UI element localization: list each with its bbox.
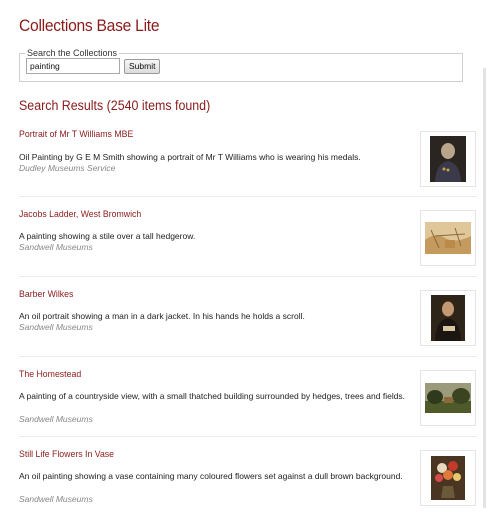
result-item: Still Life Flowers In Vase An oil painti… bbox=[19, 437, 477, 517]
portrait-painting-icon bbox=[431, 295, 465, 341]
result-title-link[interactable]: The Homestead bbox=[19, 369, 81, 380]
result-source: Sandwell Museums bbox=[19, 322, 93, 332]
result-item: The Homestead A painting of a countrysid… bbox=[19, 357, 477, 437]
landscape-painting-icon bbox=[425, 383, 471, 413]
result-title-link[interactable]: Barber Wilkes bbox=[19, 289, 73, 300]
result-item: Barber Wilkes An oil portrait showing a … bbox=[19, 277, 477, 357]
result-thumbnail[interactable] bbox=[420, 210, 476, 266]
result-source: Sandwell Museums bbox=[19, 242, 93, 252]
result-item: Portrait of Mr T Williams MBE Oil Painti… bbox=[19, 122, 477, 197]
search-fieldset: Search the Collections Submit bbox=[19, 48, 463, 82]
result-thumbnail[interactable] bbox=[420, 290, 476, 346]
result-description: A painting showing a stile over a tall h… bbox=[19, 231, 196, 241]
result-thumbnail[interactable] bbox=[420, 131, 476, 187]
result-title-link[interactable]: Still Life Flowers In Vase bbox=[19, 449, 114, 460]
submit-button[interactable]: Submit bbox=[124, 58, 161, 74]
result-source: Sandwell Museums bbox=[19, 414, 93, 424]
result-source: Sandwell Museums bbox=[19, 494, 93, 504]
search-input[interactable] bbox=[26, 58, 120, 74]
result-thumbnail[interactable] bbox=[420, 370, 476, 426]
result-description: An oil portrait showing a man in a dark … bbox=[19, 311, 305, 321]
result-item: Jacobs Ladder, West Bromwich A painting … bbox=[19, 197, 477, 277]
portrait-painting-icon bbox=[430, 136, 466, 182]
search-row: Submit bbox=[26, 58, 462, 74]
result-thumbnail[interactable] bbox=[420, 450, 476, 506]
landscape-sketch-icon bbox=[425, 222, 471, 254]
result-source: Dudley Museums Service bbox=[19, 163, 116, 173]
result-title-link[interactable]: Portrait of Mr T Williams MBE bbox=[19, 129, 133, 140]
search-legend: Search the Collections bbox=[27, 48, 118, 58]
result-description: A painting of a countryside view, with a… bbox=[19, 391, 406, 401]
result-description: Oil Painting by G E M Smith showing a po… bbox=[19, 152, 361, 162]
scrollbar[interactable] bbox=[483, 68, 486, 508]
results-heading: Search Results (2540 items found) bbox=[19, 98, 211, 113]
result-description: An oil painting showing a vase containin… bbox=[19, 471, 403, 481]
result-title-link[interactable]: Jacobs Ladder, West Bromwich bbox=[19, 209, 141, 220]
app-title: Collections Base Lite bbox=[19, 16, 160, 35]
flower-still-life-icon bbox=[431, 456, 465, 500]
results-list: Portrait of Mr T Williams MBE Oil Painti… bbox=[19, 122, 477, 517]
